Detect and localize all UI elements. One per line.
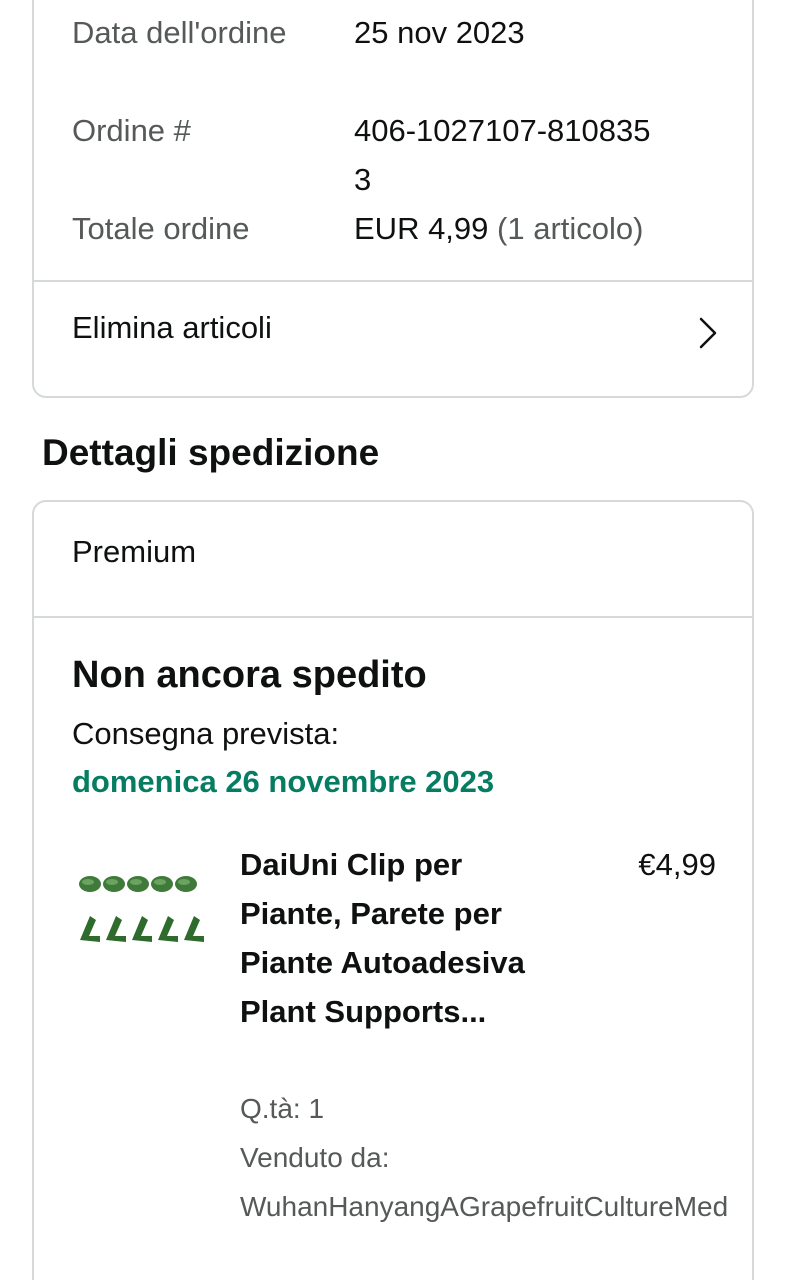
divider — [34, 280, 752, 282]
order-total-value: EUR 4,99 (1 articolo) — [354, 204, 643, 253]
order-total-label: Totale ordine — [72, 211, 250, 246]
remove-items-label: Elimina articoli — [72, 310, 272, 345]
order-date-label: Data dell'ordine — [72, 15, 287, 50]
product-quantity: Q.tà: 1 — [240, 1093, 325, 1124]
shipment-card: Premium Non ancora spedito Consegna prev… — [32, 500, 754, 1280]
order-number-label: Ordine # — [72, 113, 191, 148]
product-price: €4,99 — [638, 847, 716, 882]
chevron-right-icon — [699, 317, 717, 349]
order-number-value: 406-1027107-8108353 — [354, 113, 651, 197]
order-total-item-count: (1 articolo) — [497, 211, 644, 246]
shipment-status: Non ancora spedito — [72, 654, 427, 696]
shipping-section-title: Dettagli spedizione — [42, 432, 380, 473]
shipping-type: Premium — [72, 534, 197, 569]
delivery-label: Consegna prevista: — [72, 716, 340, 751]
product-title-link[interactable]: DaiUni Clip per Piante, Parete per Piant… — [240, 840, 570, 1036]
product-thumbnail[interactable] — [76, 864, 208, 946]
order-date-value: 25 nov 2023 — [354, 15, 525, 50]
sold-by-label: Venduto da: — [240, 1142, 390, 1173]
order-summary-card: Data dell'ordine 25 nov 2023 Ordine # 40… — [32, 0, 754, 398]
seller-name-link[interactable]: WuhanHanyangAGrapefruitCultureMed — [240, 1182, 760, 1231]
delivery-date: domenica 26 novembre 2023 — [72, 764, 495, 799]
divider — [34, 616, 752, 618]
order-details-page: Data dell'ordine 25 nov 2023 Ordine # 40… — [0, 0, 787, 1280]
order-total-amount: EUR 4,99 — [354, 211, 489, 246]
